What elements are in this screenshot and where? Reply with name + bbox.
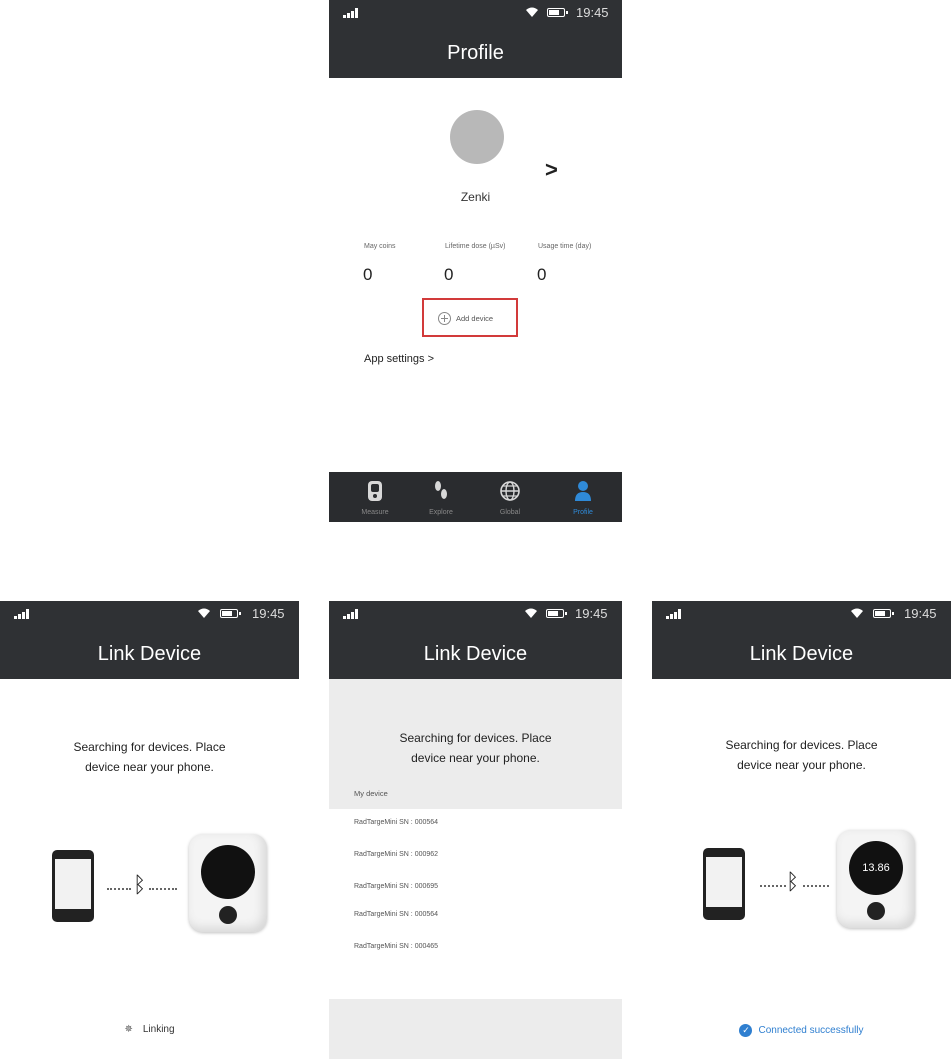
signal-icon xyxy=(343,8,359,18)
link-device-connected-screen: 19:45 Link Device Searching for devices.… xyxy=(652,601,951,1059)
wifi-icon xyxy=(526,7,538,17)
page-title: Profile xyxy=(447,42,504,64)
nav-item-measure[interactable]: Measure xyxy=(345,472,405,522)
connection-dots xyxy=(803,885,829,887)
search-message-line2: device near your phone. xyxy=(85,760,214,774)
link-device-list-screen: 19:45 Link Device Searching for devices.… xyxy=(329,601,622,1059)
phone-image xyxy=(52,850,94,922)
stat-value-usage: 0 xyxy=(537,265,547,284)
wifi-icon xyxy=(851,608,863,618)
device-reading: 13.86 xyxy=(849,841,903,895)
search-message-line1: Searching for devices. Place xyxy=(73,740,226,754)
status-bar: 19:45 xyxy=(652,601,951,627)
signal-icon xyxy=(343,609,359,619)
linking-status: ✵ Linking xyxy=(0,1024,299,1035)
signal-icon xyxy=(666,609,682,619)
spinner-icon: ✵ xyxy=(124,1024,133,1035)
footprints-icon xyxy=(435,481,447,499)
bluetooth-icon: ᛒ xyxy=(786,869,800,894)
connection-dots xyxy=(760,885,786,887)
device-list-item[interactable]: RadTargeMini SN : 000564 xyxy=(354,911,438,918)
signal-icon xyxy=(14,609,30,619)
nav-label: Measure xyxy=(361,509,389,516)
page-title: Link Device xyxy=(749,643,854,665)
search-message-line2: device near your phone. xyxy=(737,758,866,772)
wifi-icon xyxy=(198,608,210,618)
link-header: 19:45 Link Device xyxy=(0,601,299,679)
user-icon xyxy=(575,481,591,501)
page-title: Link Device xyxy=(423,643,528,665)
connected-status: ✓ Connected successfully xyxy=(652,1024,951,1037)
status-time: 19:45 xyxy=(904,606,937,621)
page-title: Link Device xyxy=(97,643,202,665)
device-image: 13.86 xyxy=(837,830,915,928)
my-device-header: My device xyxy=(354,789,388,798)
add-circle-icon xyxy=(438,312,451,325)
globe-icon xyxy=(500,481,520,501)
linking-label: Linking xyxy=(142,1024,175,1035)
device-list-item[interactable]: RadTargeMini SN : 000962 xyxy=(354,851,438,858)
link-device-linking-screen: 19:45 Link Device Searching for devices.… xyxy=(0,601,299,1059)
link-header: 19:45 Link Device xyxy=(652,601,951,679)
status-time: 19:45 xyxy=(575,606,608,621)
connected-label: Connected successfully xyxy=(758,1025,864,1036)
nav-label: Explore xyxy=(429,509,453,516)
stat-value-dose: 0 xyxy=(444,265,454,284)
connection-dots xyxy=(149,888,177,890)
stat-value-coins: 0 xyxy=(363,265,373,284)
stat-label-dose: Lifetime dose (µSv) xyxy=(445,243,506,250)
add-device-button[interactable]: Add device xyxy=(422,298,518,337)
status-time: 19:45 xyxy=(252,606,285,621)
username: Zenki xyxy=(460,190,491,204)
add-device-label: Add device xyxy=(456,314,494,323)
check-circle-icon: ✓ xyxy=(739,1024,753,1037)
nav-item-profile[interactable]: Profile xyxy=(553,472,613,522)
status-bar: 19:45 xyxy=(329,601,622,627)
device-list-item[interactable]: RadTargeMini SN : 000695 xyxy=(354,883,438,890)
nav-label: Global xyxy=(499,509,521,516)
connection-dots xyxy=(107,888,131,890)
measure-icon xyxy=(368,481,382,501)
device-list-item[interactable]: RadTargeMini SN : 000465 xyxy=(354,943,438,950)
status-bar: 19:45 xyxy=(0,601,299,627)
nav-label: Profile xyxy=(573,509,593,516)
device-list: RadTargeMini SN : 000564 RadTargeMini SN… xyxy=(329,809,622,999)
stat-label-coins: May coins xyxy=(364,243,396,250)
battery-icon xyxy=(220,609,241,618)
device-image xyxy=(189,834,267,932)
profile-screen: 19:45 Profile > Zenki May coins Lifetime… xyxy=(329,0,622,522)
device-list-item[interactable]: RadTargeMini SN : 000564 xyxy=(354,819,438,826)
battery-icon xyxy=(547,8,568,17)
status-bar: 19:45 xyxy=(329,0,622,26)
bottom-nav: Measure Explore Global Profile xyxy=(329,472,622,522)
battery-icon xyxy=(873,609,894,618)
search-message-line1: Searching for devices. Place xyxy=(725,738,878,752)
wifi-icon xyxy=(525,608,537,618)
bluetooth-icon: ᛒ xyxy=(133,872,147,897)
search-message-line2: device near your phone. xyxy=(411,751,540,765)
avatar[interactable] xyxy=(450,110,504,164)
link-header: 19:45 Link Device xyxy=(329,601,622,679)
stat-label-usage: Usage time (day) xyxy=(538,243,592,250)
nav-item-global[interactable]: Global xyxy=(480,472,540,522)
battery-icon xyxy=(546,609,567,618)
nav-item-explore[interactable]: Explore xyxy=(411,472,471,522)
search-message-line1: Searching for devices. Place xyxy=(399,731,552,745)
app-settings-link[interactable]: App settings > xyxy=(364,353,434,365)
profile-header: 19:45 Profile xyxy=(329,0,622,78)
phone-image xyxy=(703,848,745,920)
status-time: 19:45 xyxy=(576,5,609,20)
profile-chevron-icon[interactable]: > xyxy=(545,157,558,183)
